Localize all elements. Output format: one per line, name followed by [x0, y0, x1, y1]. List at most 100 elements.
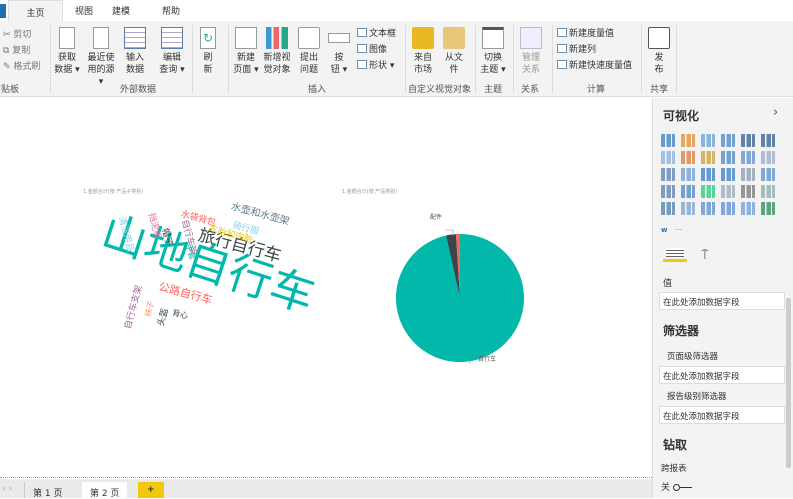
publish-button[interactable]: 发布: [646, 27, 672, 76]
tab-home[interactable]: 主页: [8, 0, 63, 22]
format-painter-button[interactable]: ✎ 格式刷: [3, 59, 40, 72]
textbox-icon: [357, 28, 367, 37]
new-column-button[interactable]: 新建列: [557, 42, 596, 55]
refresh-icon: ↻: [200, 27, 216, 49]
fields-tab-icon[interactable]: [663, 248, 687, 262]
page-tab-1[interactable]: 第 1 页: [24, 482, 70, 499]
quick-measure-icon: [557, 60, 567, 69]
report-filters-well[interactable]: 在此处添加数据字段: [659, 406, 785, 424]
group-label-calculations: 计算: [587, 85, 606, 95]
from-file-button[interactable]: 从文件: [441, 27, 467, 76]
visual-type-icon[interactable]: [741, 134, 755, 147]
visual-type-icon[interactable]: [681, 168, 695, 181]
page-tab-2[interactable]: 第 2 页: [82, 482, 128, 499]
visual-type-grid: [661, 134, 783, 215]
word: 自行车支架: [123, 284, 145, 331]
pane-scrollbar[interactable]: [786, 298, 791, 468]
tab-help[interactable]: 帮助: [162, 4, 180, 17]
file-menu-button[interactable]: [0, 4, 6, 18]
format-paint-roller-icon[interactable]: ⍑: [701, 248, 709, 263]
bar-chart-icon: [266, 27, 288, 49]
tab-modeling[interactable]: 建模: [112, 4, 130, 17]
publish-icon: [648, 27, 670, 49]
visualizations-title: 可视化: [663, 109, 700, 123]
recent-file-icon: [93, 27, 109, 49]
button-icon: [328, 33, 350, 43]
visual-type-icon[interactable]: [721, 168, 735, 181]
pie-label-accessories: 配件: [430, 214, 443, 221]
visual-type-icon[interactable]: [761, 168, 775, 181]
new-visual-button[interactable]: 新增视 觉对象: [262, 27, 292, 76]
group-label-insert: 插入: [308, 85, 327, 95]
refresh-button[interactable]: ↻ 刷新: [197, 27, 219, 76]
word: 头盔: [156, 307, 171, 328]
textbox-button[interactable]: 文本框: [357, 26, 396, 39]
shapes-button[interactable]: 形状 ▾: [357, 58, 394, 71]
get-data-button[interactable]: 获取 数据 ▾: [54, 27, 80, 76]
enter-data-button[interactable]: 输入 数据: [122, 27, 148, 76]
visual-type-icon[interactable]: [761, 134, 775, 147]
brush-icon: ✎: [3, 62, 14, 72]
visual-type-icon[interactable]: [761, 151, 775, 164]
visual-type-icon[interactable]: [681, 202, 695, 215]
report-canvas[interactable]: 1.金额合计(按 产品子类别) 山地自行车 旅行自行车 水壶和水壶架 骑行服 车…: [0, 98, 652, 478]
pie-chart: [396, 229, 524, 364]
visual-type-icon[interactable]: [721, 202, 735, 215]
switch-theme-button[interactable]: 切换 主题 ▾: [479, 27, 507, 76]
visual-type-icon[interactable]: [701, 134, 715, 147]
new-measure-button[interactable]: 新建度量值: [557, 26, 614, 39]
page-filters-well[interactable]: 在此处添加数据字段: [659, 366, 785, 384]
cross-report-toggle[interactable]: 关: [661, 480, 692, 493]
image-icon: [357, 44, 367, 53]
visual-type-icon[interactable]: [661, 168, 675, 181]
chevron-right-icon[interactable]: ›: [773, 105, 778, 120]
visual-type-icon[interactable]: [661, 134, 675, 147]
new-quick-measure-button[interactable]: 新建快速度量值: [557, 58, 632, 71]
visual-type-icon[interactable]: [741, 151, 755, 164]
values-field-well[interactable]: 在此处添加数据字段: [659, 292, 785, 310]
manage-relationships-button[interactable]: 管理 关系: [518, 27, 544, 76]
new-page-icon: [235, 27, 257, 49]
edit-table-icon: [161, 27, 183, 49]
edit-queries-button[interactable]: 编辑 查询 ▾: [157, 27, 187, 76]
visual-type-icon[interactable]: [721, 134, 735, 147]
visual-type-icon[interactable]: [741, 168, 755, 181]
visual-type-icon[interactable]: [681, 134, 695, 147]
visual-type-icon[interactable]: [681, 185, 695, 198]
visual-type-icon[interactable]: [761, 185, 775, 198]
visual-type-icon[interactable]: [701, 202, 715, 215]
visual-type-icon[interactable]: [701, 151, 715, 164]
report-filters-label: 报告级别筛选器: [667, 392, 727, 402]
group-label-custom-visuals: 自定义视觉对象: [408, 85, 472, 95]
cut-button[interactable]: ✂ 剪切: [3, 27, 31, 40]
speech-bubble-icon: [298, 27, 320, 49]
visual-type-icon[interactable]: [721, 185, 735, 198]
visual-type-icon[interactable]: [701, 185, 715, 198]
new-page-button[interactable]: 新建 页面 ▾: [233, 27, 259, 76]
more-visuals-button[interactable]: w ···: [661, 226, 682, 234]
recent-sources-button[interactable]: 最近使 用的源 ▾: [84, 27, 118, 88]
calculator-icon: [557, 28, 567, 37]
visual-type-icon[interactable]: [681, 151, 695, 164]
visual-type-icon[interactable]: [661, 202, 675, 215]
visual-type-icon[interactable]: [661, 151, 675, 164]
buttons-button[interactable]: 按钮 ▾: [328, 27, 350, 76]
relationships-icon: [520, 27, 542, 49]
ribbon-tabs: 主页 视图 建模 帮助: [0, 0, 793, 22]
visual-type-icon[interactable]: [761, 202, 775, 215]
visual-type-icon[interactable]: [701, 168, 715, 181]
add-page-button[interactable]: +: [138, 482, 164, 498]
visual-type-icon[interactable]: [741, 202, 755, 215]
file-data-icon: [59, 27, 75, 49]
page-nav-arrows[interactable]: ‹ ›: [2, 484, 12, 494]
tab-view[interactable]: 视图: [75, 4, 93, 17]
visual-type-icon[interactable]: [721, 151, 735, 164]
copy-button[interactable]: ⧉ 复制: [3, 43, 30, 56]
pie-chart-title: 1.金额合计(按 产品类别): [342, 189, 398, 195]
column-icon: [557, 44, 567, 53]
visual-type-icon[interactable]: [661, 185, 675, 198]
ask-question-button[interactable]: 提出 问题: [296, 27, 322, 76]
visual-type-icon[interactable]: [741, 185, 755, 198]
from-marketplace-button[interactable]: 来自 市场: [410, 27, 436, 76]
image-button[interactable]: 图像: [357, 42, 387, 55]
